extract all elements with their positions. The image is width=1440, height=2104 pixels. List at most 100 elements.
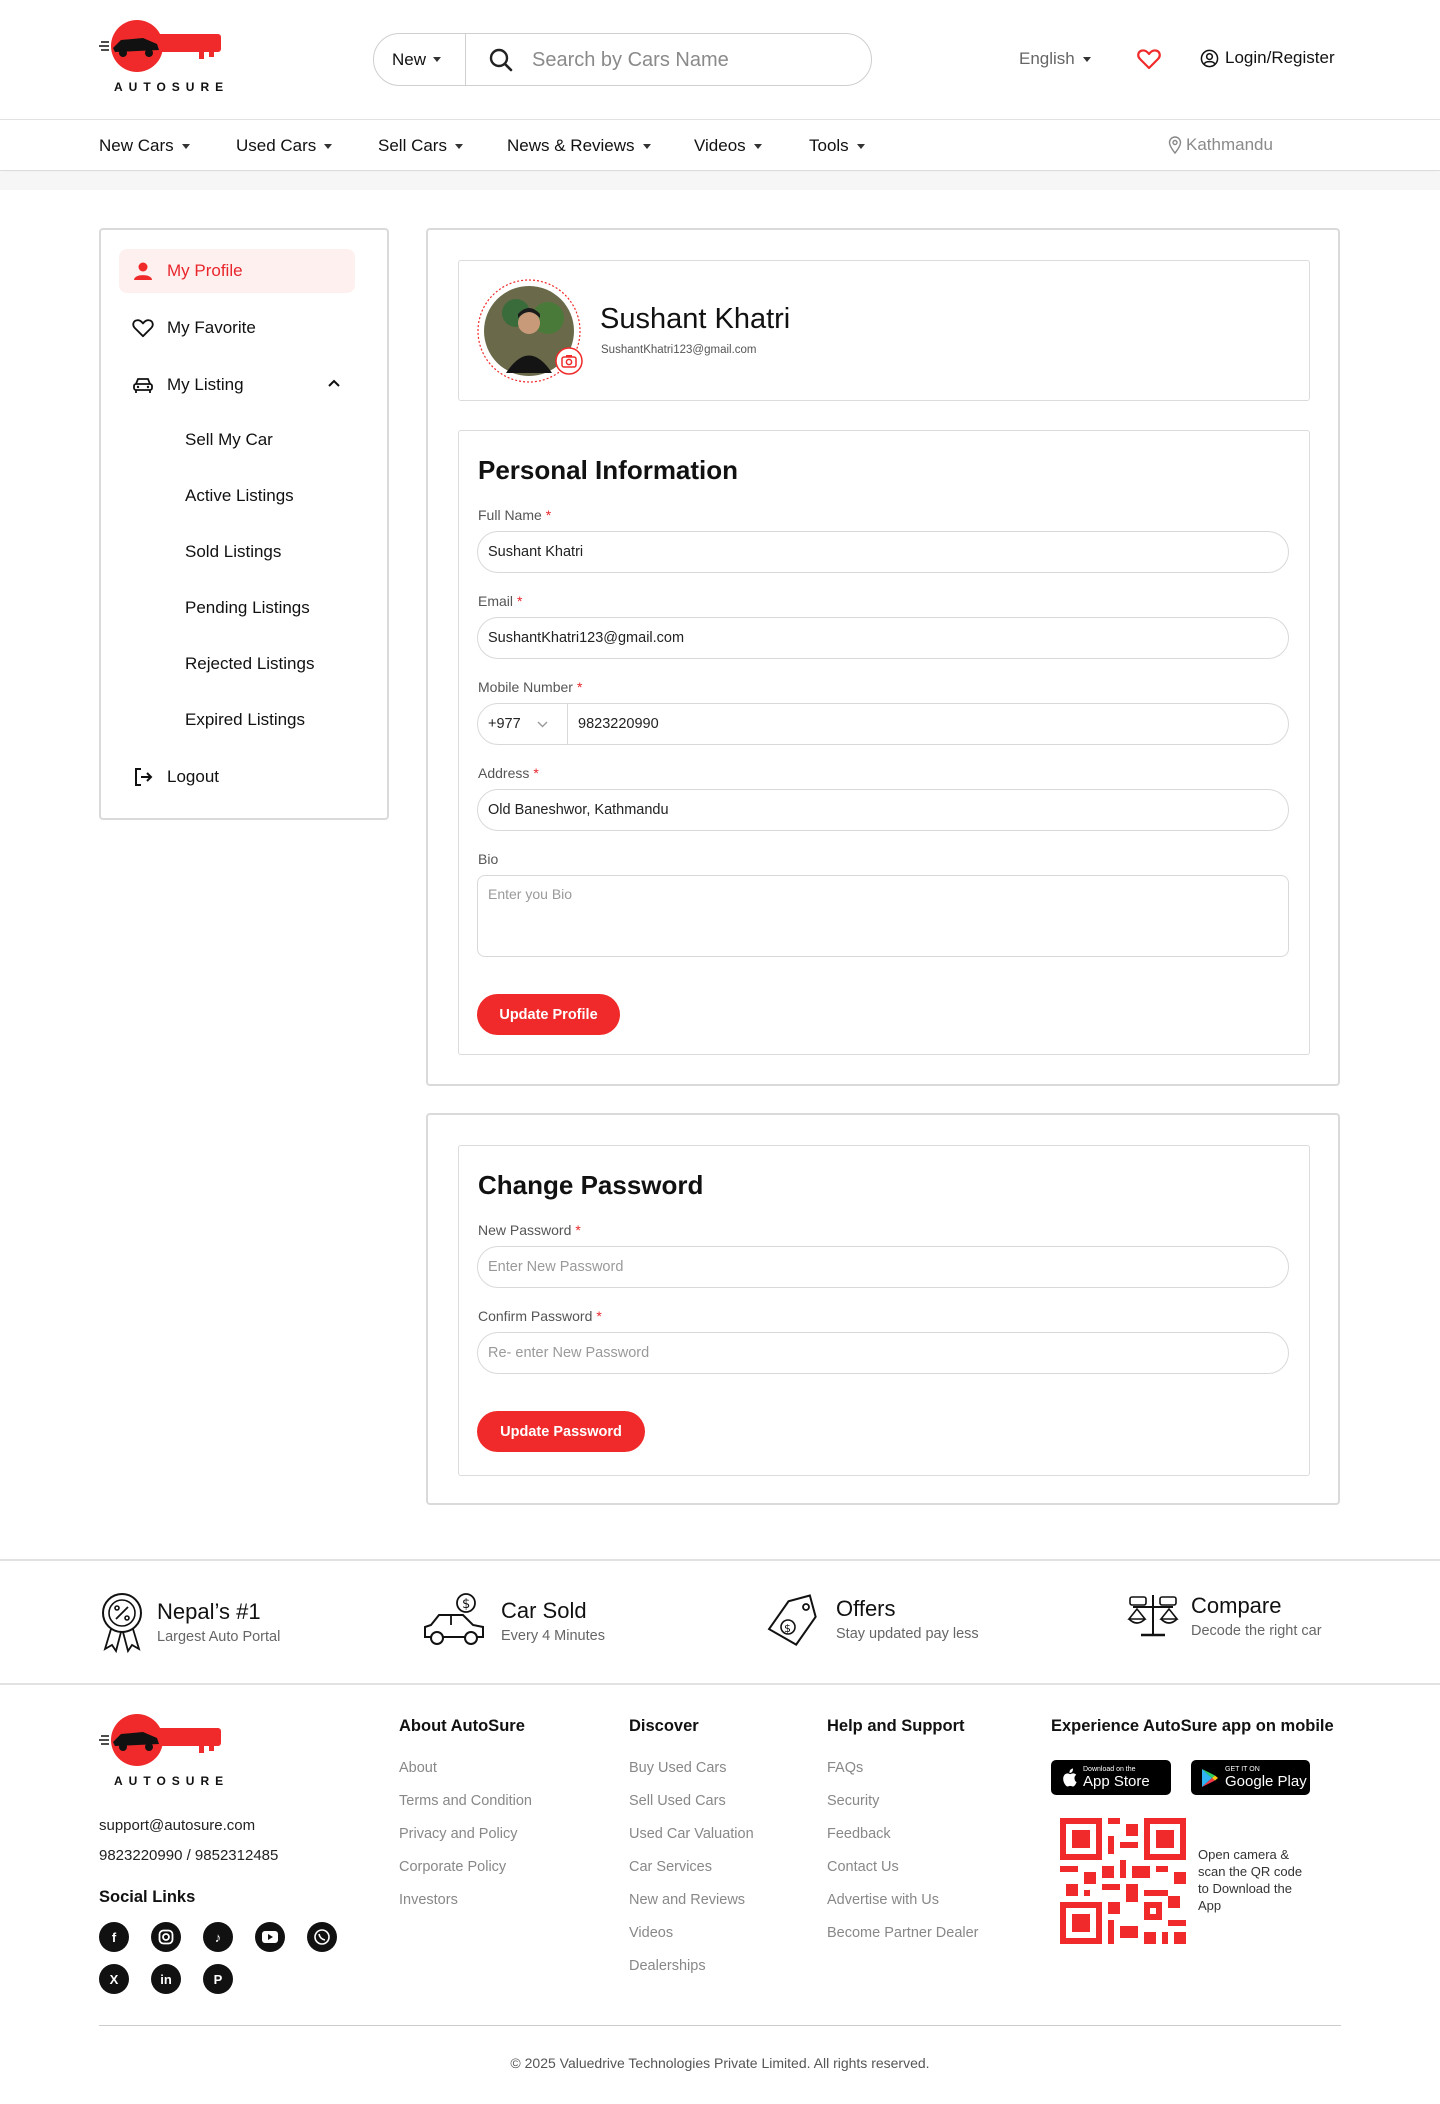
confirm-password-field[interactable]: Re- enter New Password	[477, 1332, 1289, 1374]
search-input[interactable]: Search by Cars Name	[532, 49, 729, 72]
nav-videos[interactable]: Videos	[694, 136, 762, 156]
footer-link-corporate-policy[interactable]: Corporate Policy	[399, 1859, 506, 1875]
footer-link-advertise[interactable]: Advertise with Us	[827, 1892, 939, 1908]
update-password-button[interactable]: Update Password	[477, 1411, 645, 1452]
feature-car-sold: $ Car Sold Every 4 Minutes	[421, 1591, 605, 1651]
footer-link-buy-used-cars[interactable]: Buy Used Cars	[629, 1760, 727, 1776]
sidebar-item-my-listing[interactable]: My Listing	[119, 363, 355, 407]
email-field[interactable]: SushantKhatri123@gmail.com	[477, 617, 1289, 659]
footer-link-sell-used-cars[interactable]: Sell Used Cars	[629, 1793, 726, 1809]
nav-tools[interactable]: Tools	[809, 136, 865, 156]
feature-offers: $ Offers Stay updated pay less	[764, 1591, 979, 1647]
country-code-select[interactable]: +977	[478, 704, 568, 744]
google-play-big-text: Google Play	[1225, 1772, 1307, 1790]
app-store-button[interactable]: Download on the App Store	[1051, 1760, 1171, 1795]
svg-text:$: $	[462, 1597, 470, 1612]
footer-link-terms[interactable]: Terms and Condition	[399, 1793, 532, 1809]
full-name-field[interactable]: Sushant Khatri	[477, 531, 1289, 573]
footer-link-feedback[interactable]: Feedback	[827, 1826, 891, 1842]
sidebar-subitem-sold-listings[interactable]: Sold Listings	[185, 542, 281, 562]
sidebar-subitem-rejected-listings[interactable]: Rejected Listings	[185, 654, 314, 674]
language-select[interactable]: English	[1019, 49, 1091, 69]
feature-title: Compare	[1191, 1593, 1282, 1618]
sidebar-item-my-favorite[interactable]: My Favorite	[119, 306, 355, 350]
nav-used-cars[interactable]: Used Cars	[236, 136, 333, 156]
bio-textarea[interactable]: Enter you Bio	[477, 875, 1289, 957]
sidebar-subitem-active-listings[interactable]: Active Listings	[185, 486, 294, 506]
change-password-card: Change Password New Password * Enter New …	[458, 1145, 1310, 1476]
label-text: Mobile Number	[478, 679, 573, 695]
car-dollar-icon: $	[421, 1591, 487, 1651]
footer-link-faqs[interactable]: FAQs	[827, 1760, 863, 1776]
chevron-down-icon	[537, 721, 548, 728]
nav-news-reviews[interactable]: News & Reviews	[507, 136, 651, 156]
nav-new-cars[interactable]: New Cars	[99, 136, 190, 156]
sidebar-subitem-sell-my-car[interactable]: Sell My Car	[185, 430, 273, 450]
feature-subtitle: Stay updated pay less	[836, 1626, 979, 1642]
label-text: Full Name	[478, 507, 542, 523]
map-pin-icon	[1168, 136, 1182, 154]
car-icon	[131, 376, 155, 394]
sidebar-item-label: My Profile	[167, 261, 243, 280]
tiktok-icon[interactable]: ♪	[203, 1922, 233, 1952]
sidebar-subitem-expired-listings[interactable]: Expired Listings	[185, 710, 305, 730]
search-category-select[interactable]: New	[374, 34, 466, 85]
feature-subtitle: Every 4 Minutes	[501, 1628, 605, 1644]
sidebar-item-label: My Favorite	[167, 318, 256, 337]
sidebar-item-label: Logout	[167, 767, 219, 786]
footer-logo[interactable]: AUTOSURE	[99, 1712, 224, 1790]
footer-link-about[interactable]: About	[399, 1760, 437, 1776]
instagram-icon[interactable]	[151, 1922, 181, 1952]
footer-link-investors[interactable]: Investors	[399, 1892, 458, 1908]
footer-link-news-reviews[interactable]: New and Reviews	[629, 1892, 745, 1908]
sidebar-item-label: My Listing	[167, 375, 244, 394]
support-email-link[interactable]: support@autosure.com	[99, 1817, 255, 1834]
avatar[interactable]	[476, 278, 583, 384]
sidebar-subitem-pending-listings[interactable]: Pending Listings	[185, 598, 310, 618]
sidebar-item-my-profile[interactable]: My Profile	[119, 249, 355, 293]
footer-link-videos[interactable]: Videos	[629, 1925, 673, 1941]
login-register-link[interactable]: Login/Register	[1200, 48, 1335, 68]
whatsapp-icon[interactable]	[307, 1922, 337, 1952]
footer-link-contact[interactable]: Contact Us	[827, 1859, 899, 1875]
footer-about-title: About AutoSure	[399, 1717, 525, 1735]
location-selector[interactable]: Kathmandu	[1168, 135, 1273, 155]
search-icon[interactable]	[488, 47, 514, 73]
footer-link-partner-dealer[interactable]: Become Partner Dealer	[827, 1925, 979, 1941]
feature-title: Car Sold	[501, 1598, 587, 1623]
google-play-button[interactable]: GET IT ON Google Play	[1191, 1760, 1310, 1795]
address-field[interactable]: Old Baneshwor, Kathmandu	[477, 789, 1289, 831]
site-header: AUTOSURE New Search by Cars Name English…	[0, 0, 1440, 120]
chevron-up-icon[interactable]	[328, 379, 340, 387]
footer-link-valuation[interactable]: Used Car Valuation	[629, 1826, 754, 1842]
chevron-down-icon	[181, 143, 190, 149]
label-text: Confirm Password	[478, 1308, 593, 1324]
footer-link-privacy[interactable]: Privacy and Policy	[399, 1826, 517, 1842]
feature-compare: Compare Decode the right car	[1127, 1591, 1322, 1641]
chevron-down-icon	[324, 143, 333, 149]
x-twitter-icon[interactable]: X	[99, 1964, 129, 1994]
change-password-title: Change Password	[478, 1170, 704, 1200]
heart-icon[interactable]	[1137, 48, 1161, 70]
change-password-section: Change Password New Password * Enter New …	[426, 1113, 1340, 1505]
linkedin-icon[interactable]: in	[151, 1964, 181, 1994]
nav-label: Sell Cars	[378, 136, 447, 155]
nav-sell-cars[interactable]: Sell Cars	[378, 136, 463, 156]
new-password-field[interactable]: Enter New Password	[477, 1246, 1289, 1288]
footer-link-dealerships[interactable]: Dealerships	[629, 1958, 706, 1974]
sidebar-item-logout[interactable]: Logout	[119, 755, 355, 799]
login-label: Login/Register	[1225, 48, 1335, 67]
autosure-logo[interactable]: AUTOSURE	[99, 18, 224, 96]
pinterest-icon[interactable]: P	[203, 1964, 233, 1994]
facebook-icon[interactable]: f	[99, 1922, 129, 1952]
app-download-qr-code	[1060, 1818, 1186, 1944]
youtube-icon[interactable]	[255, 1922, 285, 1952]
footer-help-title: Help and Support	[827, 1717, 965, 1735]
update-profile-button[interactable]: Update Profile	[477, 994, 620, 1035]
mobile-number-input[interactable]: 9823220990	[568, 716, 659, 732]
footer-link-security[interactable]: Security	[827, 1793, 879, 1809]
email-label: Email *	[478, 593, 522, 609]
footer-link-car-services[interactable]: Car Services	[629, 1859, 712, 1875]
personal-info-title: Personal Information	[478, 455, 739, 485]
change-photo-camera-icon[interactable]	[555, 347, 583, 375]
